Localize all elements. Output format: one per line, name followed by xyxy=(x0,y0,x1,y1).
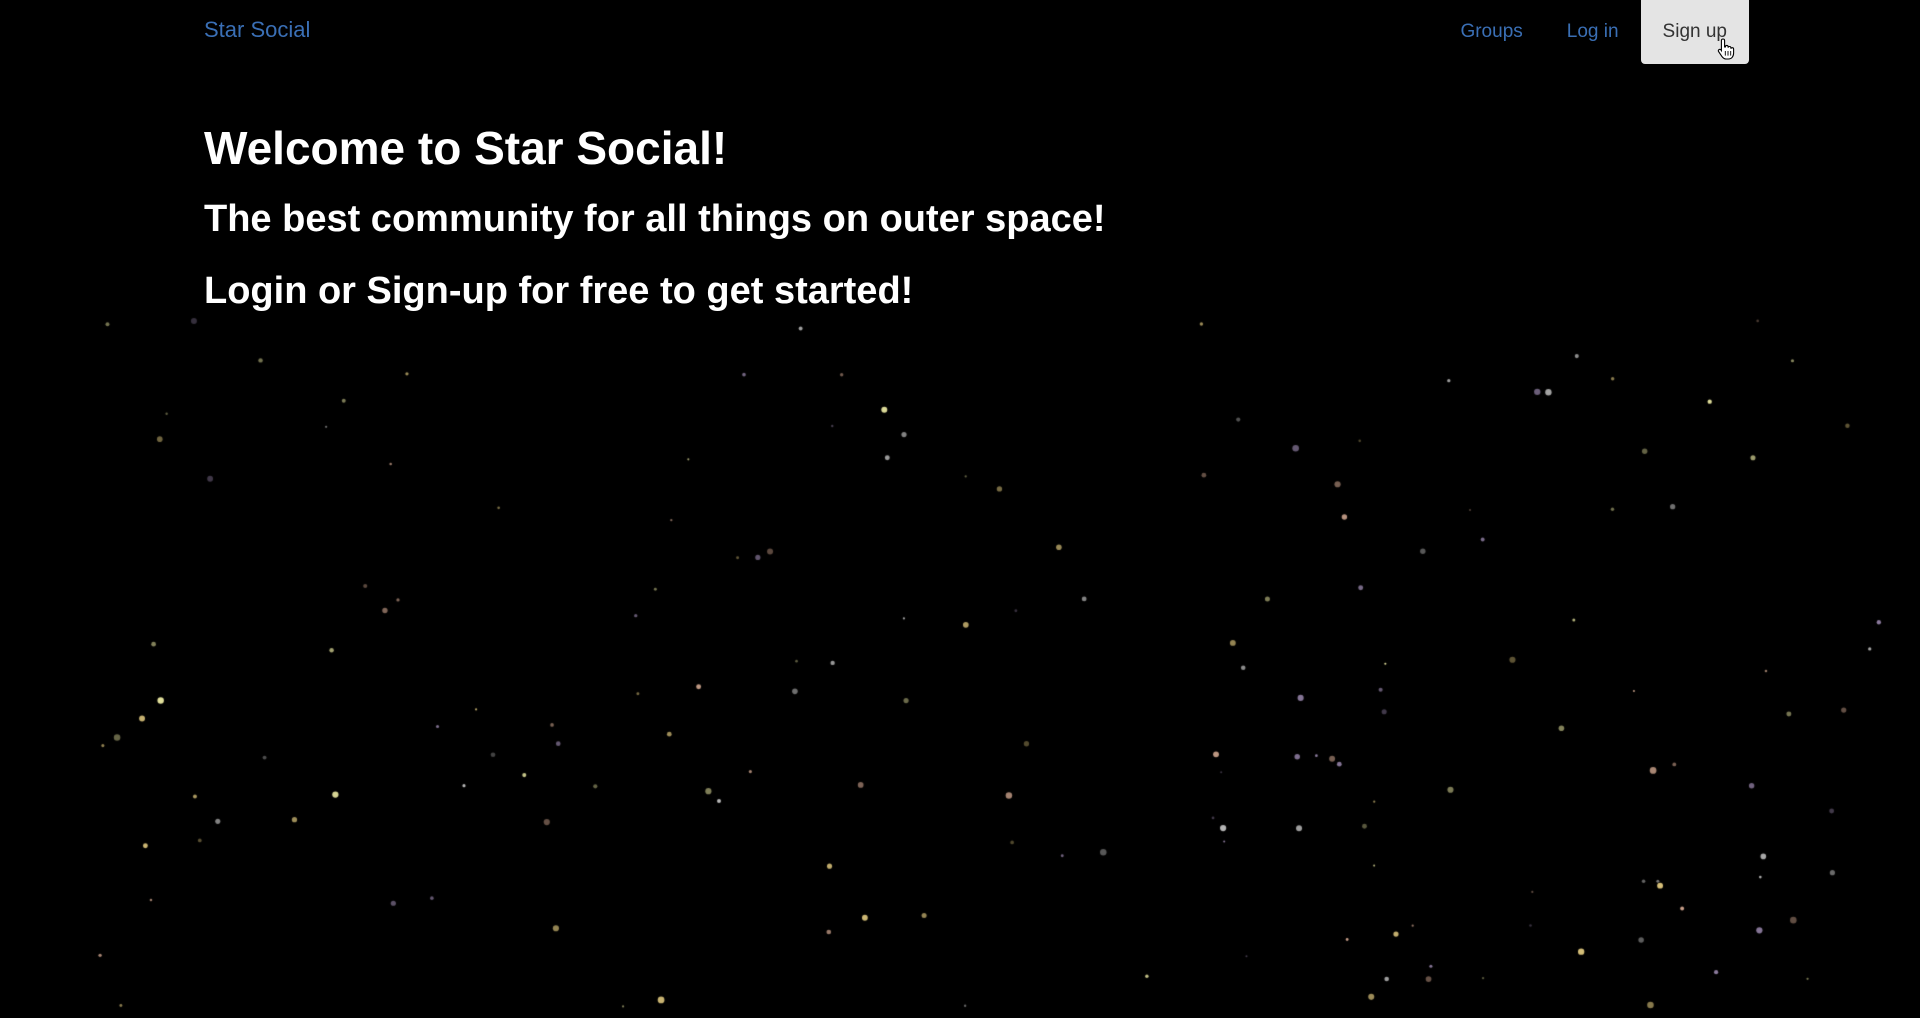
nav-groups-link[interactable]: Groups xyxy=(1438,0,1544,64)
hand-pointer-cursor-icon xyxy=(1717,38,1735,60)
hero-cta-text: Login or Sign-up for free to get started… xyxy=(204,270,914,312)
hero-section: Welcome to Star Social! The best communi… xyxy=(204,116,1106,322)
brand-link[interactable]: Star Social xyxy=(204,16,310,44)
nav-login-link[interactable]: Log in xyxy=(1545,0,1641,64)
top-navbar: Star Social Groups Log in Sign up xyxy=(0,0,1920,64)
hero-title: Welcome to Star Social! xyxy=(204,122,728,174)
nav-links: Groups Log in Sign up xyxy=(1438,0,1749,64)
hero-subtitle: The best community for all things on out… xyxy=(204,198,1106,240)
